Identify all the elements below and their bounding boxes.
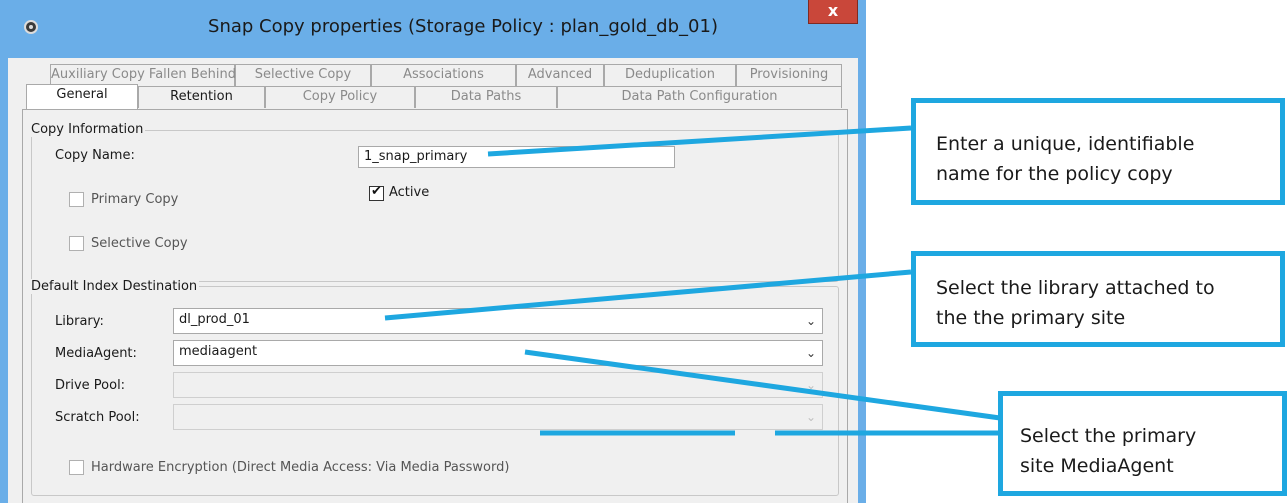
callout-library-line-2: the the primary site (936, 307, 1126, 329)
callout-mediaagent: Select the primary site MediaAgent (998, 391, 1287, 496)
callout-library: Select the library attached to the the p… (911, 251, 1285, 347)
mediaagent-leader-line-upper (524, 349, 1001, 421)
copy-name-leader-line (487, 125, 912, 157)
callout-library-line-1: Select the library attached to (936, 277, 1215, 299)
callout-mediaagent-line-2: site MediaAgent (1020, 455, 1174, 477)
callout-mediaagent-line-1: Select the primary (1020, 425, 1197, 447)
callout-copy-name-line-1: Enter a unique, identifiable (936, 133, 1195, 155)
library-leader-line (384, 269, 912, 321)
callout-copy-name-line-2: name for the policy copy (936, 163, 1173, 185)
tab-general[interactable]: General (26, 84, 138, 109)
callout-copy-name: Enter a unique, identifiable name for th… (911, 98, 1285, 205)
